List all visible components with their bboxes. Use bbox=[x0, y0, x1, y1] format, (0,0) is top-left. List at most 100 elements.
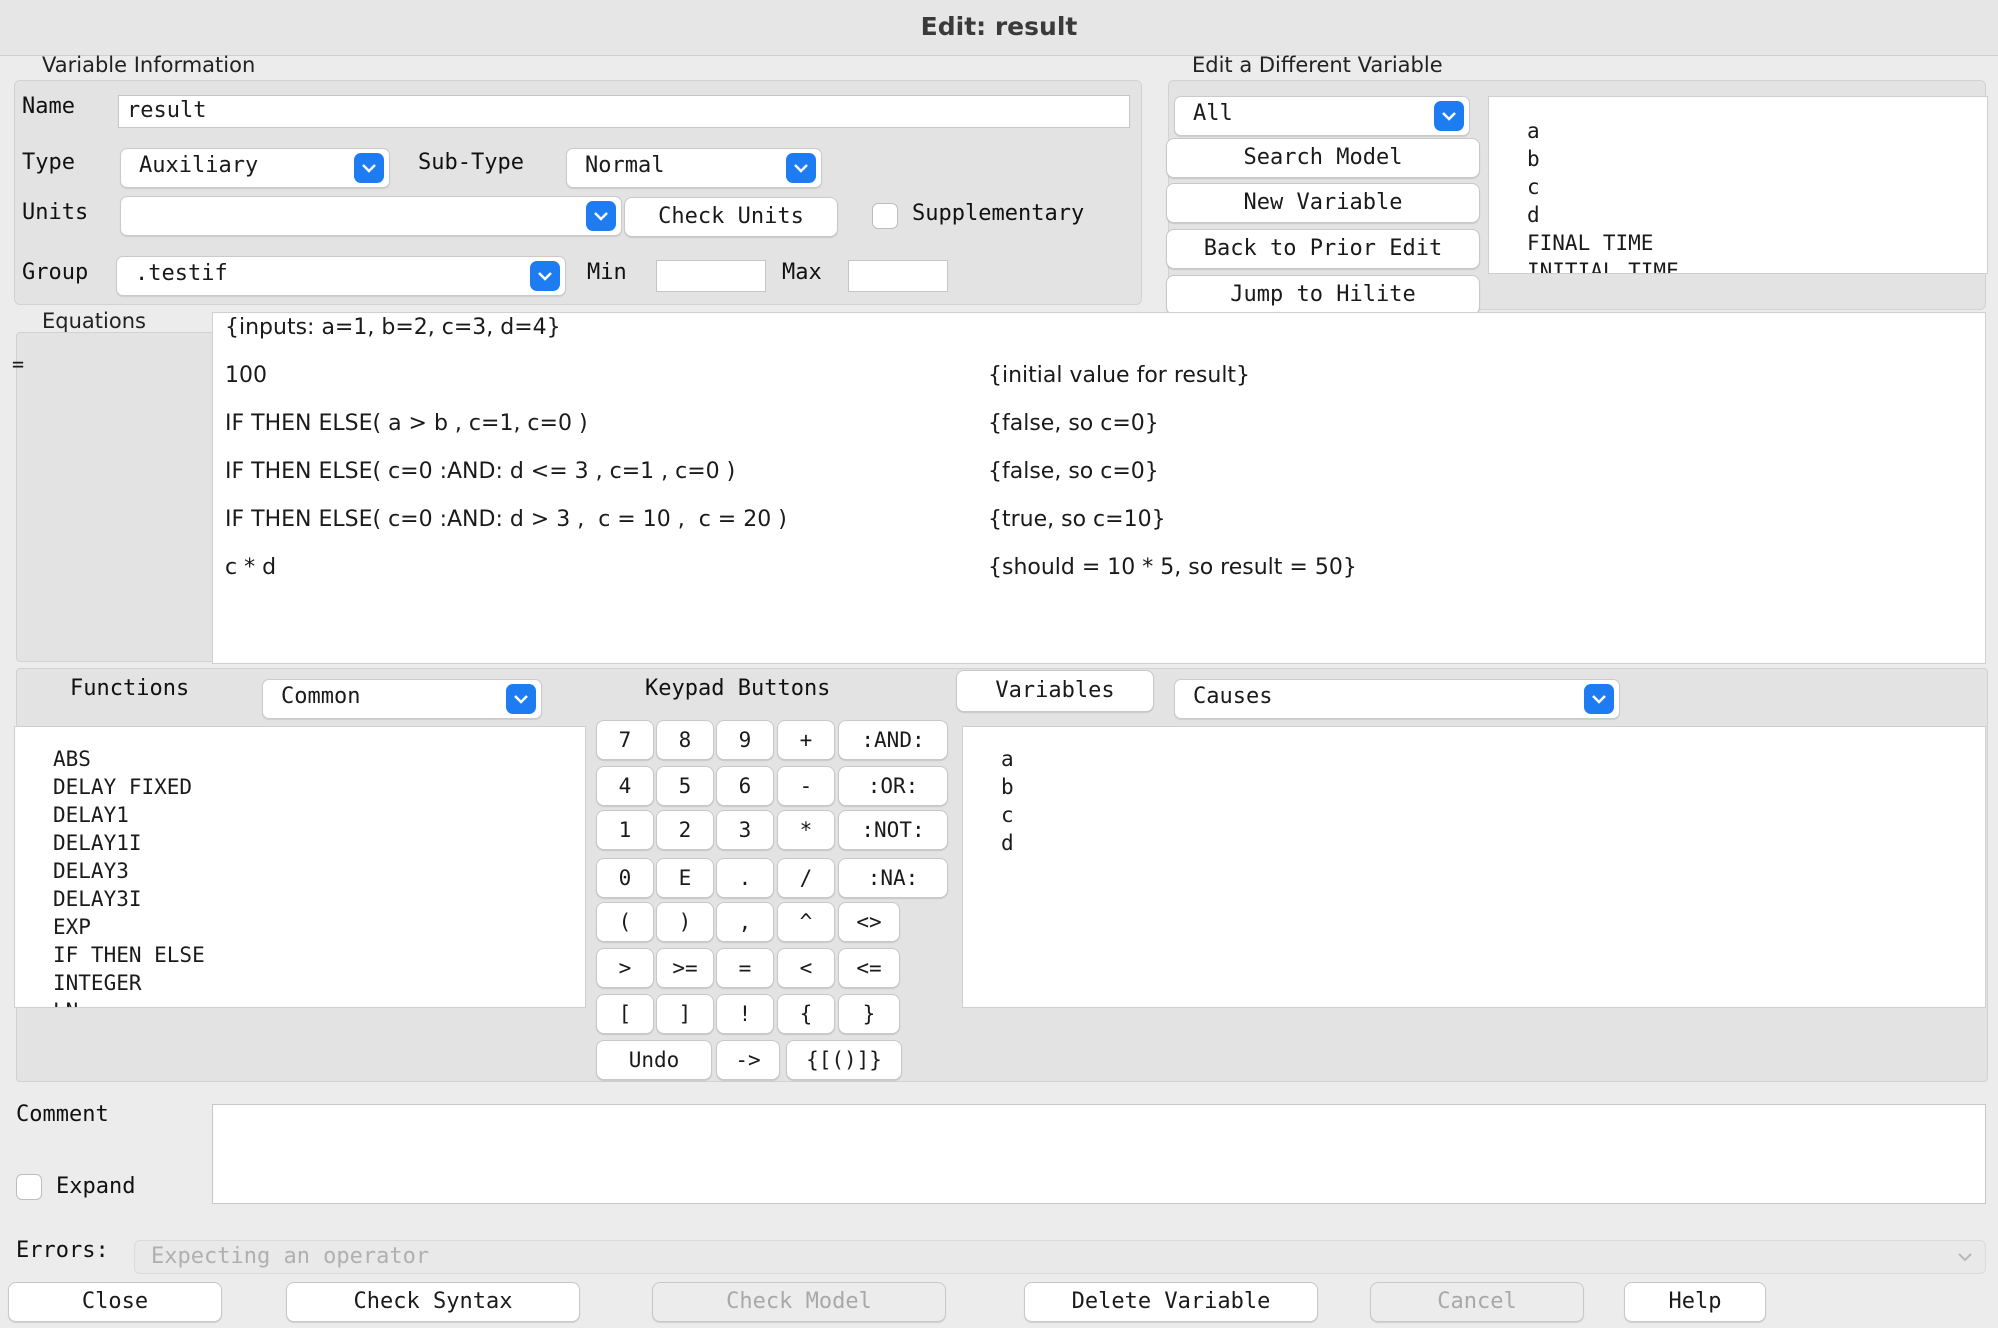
keypad-button[interactable]: 0 bbox=[596, 858, 654, 898]
equation-line: c * d bbox=[225, 555, 277, 580]
function-item[interactable]: EXP bbox=[53, 913, 585, 941]
keypad-button[interactable]: ) bbox=[656, 902, 714, 942]
check-model-button[interactable]: Check Model bbox=[652, 1282, 946, 1322]
keypad-button[interactable]: [ bbox=[596, 994, 654, 1034]
keypad-button[interactable]: 3 bbox=[716, 810, 774, 850]
keypad-button[interactable]: / bbox=[777, 858, 835, 898]
max-input[interactable] bbox=[848, 260, 948, 292]
list-item[interactable]: d bbox=[1527, 201, 1987, 229]
keypad-button[interactable]: - bbox=[777, 766, 835, 806]
keypad-button[interactable]: Undo bbox=[596, 1040, 712, 1080]
keypad-button[interactable]: <= bbox=[838, 948, 900, 988]
equation-comment: {false, so c=0} bbox=[988, 459, 1159, 484]
function-category-select[interactable]: Common bbox=[262, 679, 542, 719]
keypad-button[interactable]: <> bbox=[838, 902, 900, 942]
list-item[interactable]: FINAL TIME bbox=[1527, 229, 1987, 257]
equation-line: 100 bbox=[225, 363, 267, 388]
keypad-button[interactable]: -> bbox=[716, 1040, 780, 1080]
cause-item[interactable]: c bbox=[1001, 801, 1985, 829]
supplementary-checkbox[interactable] bbox=[872, 203, 898, 229]
function-item[interactable]: DELAY1I bbox=[53, 829, 585, 857]
units-label: Units bbox=[22, 200, 89, 225]
check-units-button[interactable]: Check Units bbox=[624, 197, 838, 237]
jump-to-hilite-button[interactable]: Jump to Hilite bbox=[1166, 275, 1480, 315]
function-item[interactable]: INTEGER bbox=[53, 969, 585, 997]
function-item[interactable]: DELAY3I bbox=[53, 885, 585, 913]
function-list[interactable]: ABS DELAY FIXED DELAY1 DELAY1I DELAY3 DELAY3I… bbox=[14, 726, 586, 1008]
keypad-button[interactable]: ( bbox=[596, 902, 654, 942]
keypad-button[interactable]: 6 bbox=[716, 766, 774, 806]
keypad-button[interactable]: 8 bbox=[656, 720, 714, 760]
type-select[interactable]: Auxiliary bbox=[120, 148, 390, 188]
keypad-button[interactable]: :NA: bbox=[838, 858, 948, 898]
keypad-button[interactable]: :NOT: bbox=[838, 810, 948, 850]
cause-item[interactable]: a bbox=[1001, 745, 1985, 773]
function-item[interactable]: ABS bbox=[53, 745, 585, 773]
equation-line: IF THEN ELSE( a > b , c=1, c=0 ) bbox=[225, 411, 588, 436]
variable-filter-select[interactable]: All bbox=[1174, 96, 1470, 136]
comment-label: Comment bbox=[16, 1102, 109, 1127]
function-item[interactable]: DELAY3 bbox=[53, 857, 585, 885]
keypad-button[interactable]: ! bbox=[716, 994, 774, 1034]
keypad-button[interactable]: < bbox=[777, 948, 835, 988]
list-item[interactable]: INITIAL TIME bbox=[1527, 257, 1987, 273]
keypad-button[interactable]: , bbox=[716, 902, 774, 942]
cancel-button[interactable]: Cancel bbox=[1370, 1282, 1584, 1322]
keypad-button[interactable]: ] bbox=[656, 994, 714, 1034]
keypad-button[interactable]: + bbox=[777, 720, 835, 760]
expand-checkbox[interactable] bbox=[16, 1174, 42, 1200]
variables-button[interactable]: Variables bbox=[956, 670, 1154, 712]
keypad-button[interactable]: >= bbox=[656, 948, 714, 988]
keypad-button[interactable]: ^ bbox=[777, 902, 835, 942]
keypad-button[interactable]: :AND: bbox=[838, 720, 948, 760]
keypad-button[interactable]: * bbox=[777, 810, 835, 850]
equation-editor[interactable]: {inputs: a=1, b=2, c=3, d=4} 100 {initial … bbox=[212, 312, 1986, 664]
keypad-button[interactable]: {[()]} bbox=[786, 1040, 902, 1080]
list-item[interactable]: a bbox=[1527, 117, 1987, 145]
causes-list[interactable]: abcd bbox=[962, 726, 1986, 1008]
subtype-select[interactable]: Normal bbox=[566, 148, 822, 188]
keypad-button[interactable]: . bbox=[716, 858, 774, 898]
keypad-button[interactable]: 4 bbox=[596, 766, 654, 806]
search-model-button[interactable]: Search Model bbox=[1166, 138, 1480, 178]
function-item[interactable]: DELAY FIXED bbox=[53, 773, 585, 801]
back-to-prior-edit-button[interactable]: Back to Prior Edit bbox=[1166, 229, 1480, 269]
cause-item[interactable]: b bbox=[1001, 773, 1985, 801]
function-item[interactable]: DELAY1 bbox=[53, 801, 585, 829]
expand-label: Expand bbox=[56, 1174, 136, 1199]
chevron-down-icon bbox=[1953, 1244, 1977, 1280]
min-input[interactable] bbox=[656, 260, 766, 292]
keypad-button[interactable]: 2 bbox=[656, 810, 714, 850]
keypad-button[interactable]: { bbox=[777, 994, 835, 1034]
delete-variable-button[interactable]: Delete Variable bbox=[1024, 1282, 1318, 1322]
keypad-button[interactable]: E bbox=[656, 858, 714, 898]
comment-input[interactable] bbox=[212, 1104, 1986, 1204]
keypad-button[interactable]: 9 bbox=[716, 720, 774, 760]
function-category-value: Common bbox=[281, 684, 361, 709]
keypad-button[interactable]: 7 bbox=[596, 720, 654, 760]
function-item[interactable]: LN bbox=[53, 997, 585, 1007]
variable-list[interactable]: a b c d FINAL TIME INITIAL TIME bbox=[1488, 96, 1988, 274]
name-input[interactable]: result bbox=[118, 95, 1130, 128]
cause-item[interactable]: d bbox=[1001, 829, 1985, 857]
keypad-button[interactable]: :OR: bbox=[838, 766, 948, 806]
variable-filter-value: All bbox=[1193, 101, 1233, 126]
new-variable-button[interactable]: New Variable bbox=[1166, 183, 1480, 223]
close-button[interactable]: Close bbox=[8, 1282, 222, 1322]
subtype-label: Sub-Type bbox=[418, 150, 524, 175]
variables-mode-select[interactable]: Causes bbox=[1174, 679, 1620, 719]
list-item[interactable]: b bbox=[1527, 145, 1987, 173]
group-select[interactable]: .testif bbox=[116, 256, 566, 296]
keypad-button[interactable]: } bbox=[838, 994, 900, 1034]
keypad-button[interactable]: 1 bbox=[596, 810, 654, 850]
function-item[interactable]: IF THEN ELSE bbox=[53, 941, 585, 969]
equation-comment: {initial value for result} bbox=[988, 363, 1251, 388]
list-item[interactable]: c bbox=[1527, 173, 1987, 201]
keypad-button[interactable]: = bbox=[716, 948, 774, 988]
keypad-button[interactable]: > bbox=[596, 948, 654, 988]
check-syntax-button[interactable]: Check Syntax bbox=[286, 1282, 580, 1322]
keypad-button[interactable]: 5 bbox=[656, 766, 714, 806]
edit-different-title: Edit a Different Variable bbox=[1192, 53, 1443, 77]
help-button[interactable]: Help bbox=[1624, 1282, 1766, 1322]
units-select[interactable] bbox=[120, 196, 622, 236]
